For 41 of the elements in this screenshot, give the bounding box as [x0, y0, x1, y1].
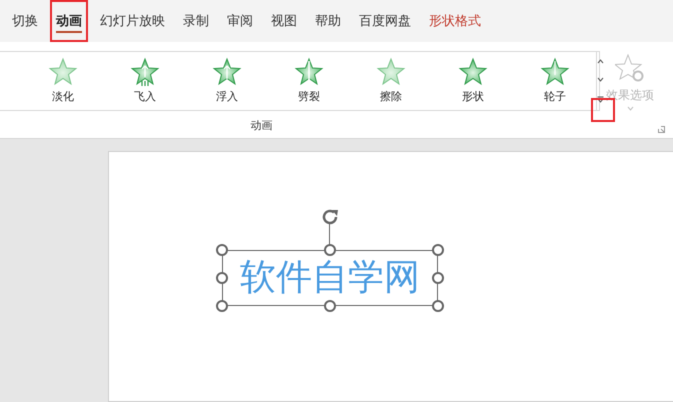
resize-handle[interactable] — [216, 272, 228, 284]
ribbon-tab[interactable]: 录制 — [175, 6, 217, 36]
resize-handle[interactable] — [324, 244, 336, 256]
star-gear-icon — [615, 54, 645, 84]
animation-option[interactable]: 浮入 — [186, 56, 268, 106]
ribbon-tab[interactable]: 切换 — [4, 6, 46, 36]
animation-option[interactable]: 淡化 — [22, 56, 104, 106]
animation-option[interactable]: 形状 — [432, 56, 514, 106]
highlight-frame — [50, 0, 88, 42]
animation-option[interactable]: 擦除 — [350, 56, 432, 106]
resize-handle[interactable] — [216, 244, 228, 256]
star-icon — [212, 56, 242, 87]
dialog-launcher-icon[interactable] — [658, 126, 665, 133]
animation-option[interactable]: 轮子 — [514, 56, 596, 106]
scroll-up-icon[interactable] — [597, 58, 604, 64]
star-icon — [458, 56, 488, 87]
animation-option[interactable]: 劈裂 — [268, 56, 350, 106]
resize-handle[interactable] — [432, 300, 444, 312]
scroll-down-icon[interactable] — [597, 77, 604, 82]
star-icon — [130, 56, 160, 87]
slide-title-text: 软件自学网 — [240, 260, 420, 296]
star-icon — [540, 56, 570, 87]
more-icon[interactable] — [597, 96, 604, 104]
ribbon-tab[interactable]: 视图 — [263, 6, 305, 36]
selected-tab-underline — [56, 31, 82, 33]
ribbon-tab[interactable]: 审阅 — [219, 6, 261, 36]
animation-option[interactable]: 飞入 — [104, 56, 186, 106]
ribbon-tab[interactable]: 幻灯片放映 — [92, 6, 173, 36]
ribbon-tab[interactable]: 动画 — [48, 6, 90, 36]
ribbon-tab[interactable]: 形状格式 — [421, 6, 489, 36]
ribbon-tab[interactable]: 百度网盘 — [351, 6, 419, 36]
star-icon — [294, 56, 324, 87]
resize-handle[interactable] — [432, 244, 444, 256]
resize-handle[interactable] — [216, 300, 228, 312]
ribbon-tab[interactable]: 帮助 — [307, 6, 349, 36]
dropdown-caret-icon — [626, 106, 634, 110]
star-icon — [376, 56, 406, 87]
resize-handle[interactable] — [432, 272, 444, 284]
resize-handle[interactable] — [324, 300, 336, 312]
group-label: 动画 — [250, 118, 272, 134]
star-icon — [48, 56, 78, 87]
